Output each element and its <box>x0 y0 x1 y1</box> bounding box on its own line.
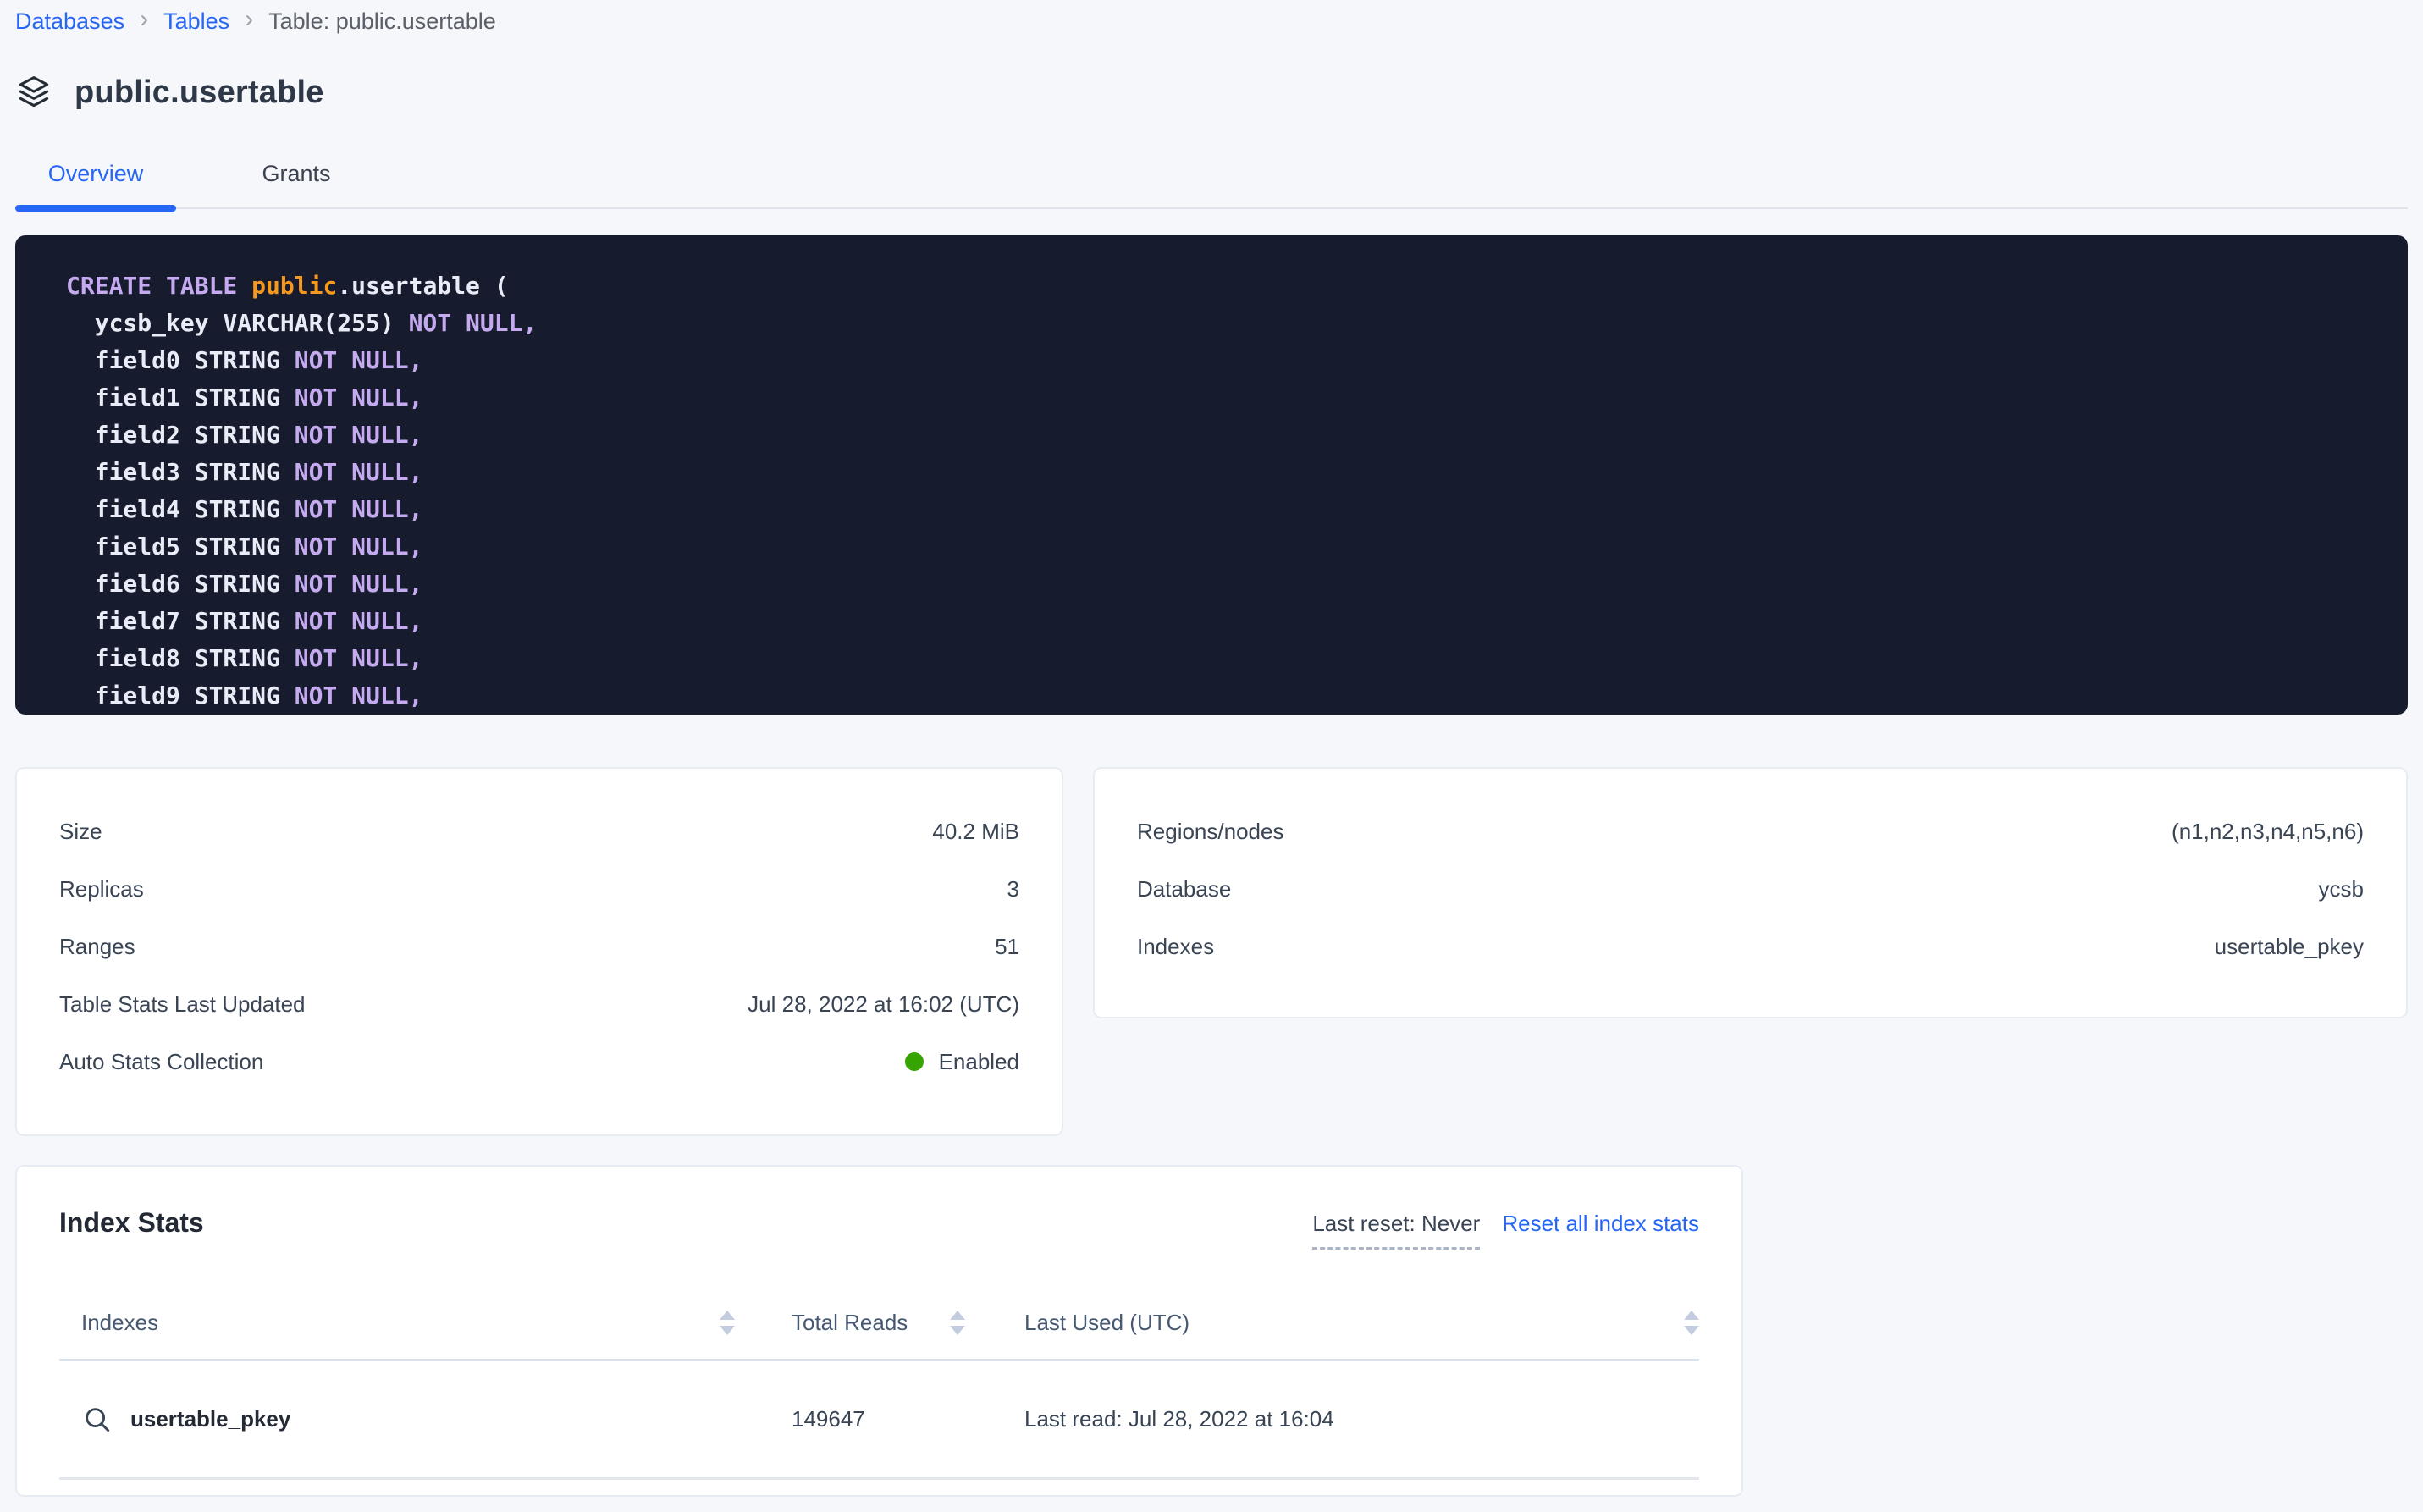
sql-line: field6 STRING NOT NULL, <box>66 566 2374 603</box>
reset-area: Last reset: Never Reset all index stats <box>1312 1207 1699 1250</box>
breadcrumb-current: Table: public.usertable <box>268 8 496 35</box>
stat-row-database: Database ycsb <box>1137 860 2364 918</box>
total-reads-value: 149647 <box>792 1406 865 1432</box>
stat-row-size: Size 40.2 MiB <box>59 803 1019 860</box>
schema-details-card: Regions/nodes (n1,n2,n3,n4,n5,n6) Databa… <box>1093 767 2408 1018</box>
stack-icon <box>15 74 52 111</box>
sort-icon[interactable] <box>1684 1311 1699 1335</box>
table-detail-page: Databases › Tables › Table: public.usert… <box>0 0 2423 1497</box>
sql-line: field0 STRING NOT NULL, <box>66 342 2374 379</box>
sort-icon[interactable] <box>720 1311 735 1335</box>
status-dot-icon <box>905 1052 924 1071</box>
column-header-total-reads[interactable]: Total Reads <box>792 1310 908 1336</box>
stat-row-regions: Regions/nodes (n1,n2,n3,n4,n5,n6) <box>1137 803 2364 860</box>
detail-cards-row: Size 40.2 MiB Replicas 3 Ranges 51 Table… <box>15 767 2408 1136</box>
sql-line: field1 STRING NOT NULL, <box>66 379 2374 417</box>
create-statement-code-block: CREATE TABLE public.usertable ( ycsb_key… <box>15 235 2408 715</box>
index-stats-title: Index Stats <box>59 1207 204 1239</box>
column-header-indexes[interactable]: Indexes <box>81 1310 158 1336</box>
last-reset-label: Last reset: Never <box>1312 1211 1480 1250</box>
sql-line: field2 STRING NOT NULL, <box>66 417 2374 454</box>
stat-row-replicas: Replicas 3 <box>59 860 1019 918</box>
tab-bar: Overview Grants <box>15 161 2408 209</box>
sql-line: ycsb_key VARCHAR(255) NOT NULL, <box>66 305 2374 342</box>
page-title: public.usertable <box>75 74 324 111</box>
stat-row-ranges: Ranges 51 <box>59 918 1019 975</box>
column-header-last-used[interactable]: Last Used (UTC) <box>1024 1310 1189 1336</box>
breadcrumb-tables[interactable]: Tables <box>163 8 229 35</box>
table-details-card: Size 40.2 MiB Replicas 3 Ranges 51 Table… <box>15 767 1063 1136</box>
sql-line: field5 STRING NOT NULL, <box>66 528 2374 566</box>
index-table-header: Indexes Total Reads Last Used (UTC) <box>59 1287 1699 1361</box>
sql-line: CREATE TABLE public.usertable ( <box>66 268 2374 305</box>
sql-line: field8 STRING NOT NULL, <box>66 640 2374 677</box>
search-icon <box>81 1404 113 1436</box>
last-used-value: Last read: Jul 28, 2022 at 16:04 <box>1024 1406 1334 1432</box>
index-stats-header: Index Stats Last reset: Never Reset all … <box>59 1167 1699 1250</box>
breadcrumb: Databases › Tables › Table: public.usert… <box>15 7 2408 36</box>
breadcrumb-databases[interactable]: Databases <box>15 8 124 35</box>
stat-row-indexes: Indexes usertable_pkey <box>1137 918 2364 975</box>
sql-line: field4 STRING NOT NULL, <box>66 491 2374 528</box>
table-row: usertable_pkey 149647 Last read: Jul 28,… <box>59 1361 1699 1480</box>
index-name-cell[interactable]: usertable_pkey <box>81 1404 290 1436</box>
index-stats-card: Index Stats Last reset: Never Reset all … <box>15 1165 1743 1497</box>
page-title-row: public.usertable <box>15 73 2408 112</box>
tab-overview[interactable]: Overview <box>15 161 176 207</box>
chevron-right-icon: › <box>140 7 148 36</box>
tab-grants[interactable]: Grants <box>224 161 368 207</box>
status-badge: Enabled <box>905 1049 1019 1075</box>
index-name[interactable]: usertable_pkey <box>130 1406 290 1432</box>
sort-icon[interactable] <box>950 1311 965 1335</box>
chevron-right-icon: › <box>245 7 253 36</box>
sql-line: field9 STRING NOT NULL, <box>66 677 2374 715</box>
sql-line: field7 STRING NOT NULL, <box>66 603 2374 640</box>
stat-row-auto-stats: Auto Stats Collection Enabled <box>59 1033 1019 1090</box>
sql-line: field3 STRING NOT NULL, <box>66 454 2374 491</box>
stat-row-stats-updated: Table Stats Last Updated Jul 28, 2022 at… <box>59 975 1019 1033</box>
reset-all-index-stats-link[interactable]: Reset all index stats <box>1502 1211 1699 1237</box>
